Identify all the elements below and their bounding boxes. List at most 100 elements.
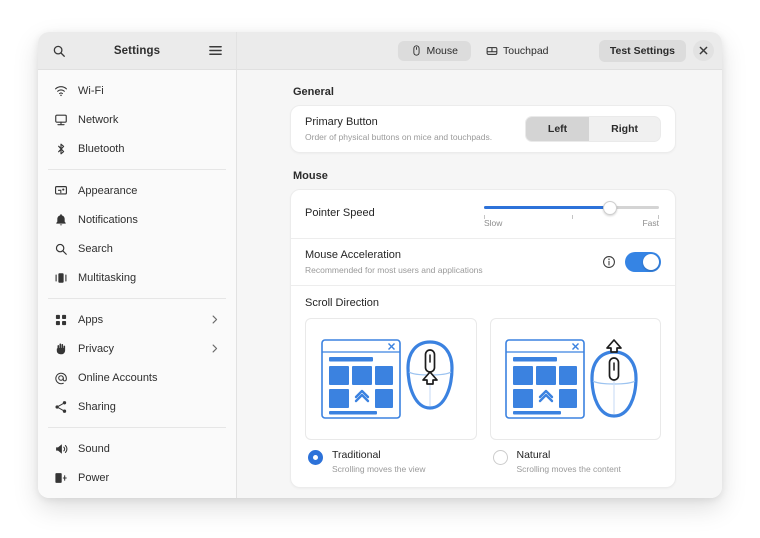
traditional-subtitle: Scrolling moves the view <box>332 464 426 475</box>
sidebar-item-notifications[interactable]: Notifications <box>45 205 229 234</box>
mouse-acceleration-subtitle: Recommended for most users and applicati… <box>305 265 602 276</box>
general-card: Primary Button Order of physical buttons… <box>290 105 676 153</box>
section-title-general: General <box>293 86 676 98</box>
sidebar-item-network[interactable]: Network <box>45 105 229 134</box>
sidebar-item-label: Appearance <box>78 185 220 197</box>
primary-button-option-right[interactable]: Right <box>589 117 660 141</box>
multitasking-icon <box>54 271 68 285</box>
pointer-speed-title: Pointer Speed <box>305 206 484 221</box>
pointer-speed-row: Pointer Speed Slo <box>291 190 675 238</box>
chevron-right-icon <box>209 314 220 325</box>
share-icon <box>54 400 68 414</box>
scroll-option-traditional: Traditional Scrolling moves the view <box>305 318 477 475</box>
sidebar-item-privacy[interactable]: Privacy <box>45 334 229 363</box>
slider-min-label: Slow <box>484 218 502 228</box>
sidebar-item-label: Sharing <box>78 401 220 413</box>
slider-labels: Slow Fast <box>484 218 659 228</box>
scroll-direction-row: Scroll Direction <box>291 285 675 487</box>
tab-mouse-label: Mouse <box>426 45 458 57</box>
tab-touchpad-label: Touchpad <box>503 45 549 57</box>
window-scroll-down-mouse-illustration <box>316 336 466 422</box>
primary-button-title: Primary Button <box>305 115 525 130</box>
sidebar-item-label: Online Accounts <box>78 372 220 384</box>
header-bar: Settings Mouse <box>38 32 722 70</box>
sidebar-item-bluetooth[interactable]: Bluetooth <box>45 134 229 163</box>
window-scroll-up-mouse-illustration <box>500 336 650 422</box>
traditional-label: Traditional <box>332 449 426 462</box>
device-tabs: Mouse Touchpad <box>397 41 561 61</box>
speaker-icon <box>54 442 68 456</box>
scroll-direction-title: Scroll Direction <box>305 297 661 309</box>
close-icon[interactable] <box>693 40 714 61</box>
primary-button-row: Primary Button Order of physical buttons… <box>291 106 675 152</box>
sidebar-item-label: Sound <box>78 443 220 455</box>
wifi-icon <box>54 84 68 98</box>
settings-content: General Primary Button Order of physical… <box>237 70 722 498</box>
tab-touchpad[interactable]: Touchpad <box>473 41 562 61</box>
sidebar-item-search[interactable]: Search <box>45 234 229 263</box>
toggle-knob <box>643 254 659 270</box>
primary-button-option-left[interactable]: Left <box>526 117 589 141</box>
window-body: Wi-Fi Network Bluetooth <box>38 70 722 498</box>
natural-subtitle: Scrolling moves the content <box>517 464 621 475</box>
sidebar-item-label: Power <box>78 472 220 484</box>
sidebar-header: Settings <box>38 32 237 70</box>
sidebar-item-multitasking[interactable]: Multitasking <box>45 263 229 292</box>
sidebar-nav: Wi-Fi Network Bluetooth <box>38 70 237 498</box>
traditional-illustration[interactable] <box>305 318 477 440</box>
touchpad-icon <box>486 45 498 57</box>
apps-grid-icon <box>54 313 68 327</box>
settings-window: Settings Mouse <box>38 32 722 498</box>
test-settings-button[interactable]: Test Settings <box>599 40 686 62</box>
traditional-radio-row[interactable]: Traditional Scrolling moves the view <box>305 449 477 475</box>
slider-max-label: Fast <box>642 218 659 228</box>
section-title-mouse: Mouse <box>293 170 676 182</box>
sidebar-item-sharing[interactable]: Sharing <box>45 392 229 421</box>
natural-illustration[interactable] <box>490 318 662 440</box>
sidebar-item-label: Bluetooth <box>78 143 220 155</box>
scroll-option-natural: Natural Scrolling moves the content <box>490 318 662 475</box>
sidebar-item-appearance[interactable]: Appearance <box>45 176 229 205</box>
sidebar-item-label: Network <box>78 114 220 126</box>
sidebar-item-label: Apps <box>78 314 199 326</box>
sidebar-item-online-accounts[interactable]: Online Accounts <box>45 363 229 392</box>
sidebar-item-power[interactable]: Power <box>45 463 229 492</box>
search-icon[interactable] <box>48 40 70 62</box>
mouse-card: Pointer Speed Slo <box>290 189 676 488</box>
radio-traditional[interactable] <box>308 450 323 465</box>
at-sign-icon <box>54 371 68 385</box>
content-header: Mouse Touchpad Test Settings <box>237 32 722 70</box>
radio-natural[interactable] <box>493 450 508 465</box>
mouse-acceleration-title: Mouse Acceleration <box>305 248 602 263</box>
sidebar-item-label: Multitasking <box>78 272 220 284</box>
sidebar-divider <box>48 427 226 428</box>
network-icon <box>54 113 68 127</box>
primary-button-segmented-control: Left Right <box>525 116 661 142</box>
mouse-acceleration-toggle[interactable] <box>625 252 661 272</box>
sidebar-item-sound[interactable]: Sound <box>45 434 229 463</box>
sidebar-divider <box>48 169 226 170</box>
window-title: Settings <box>70 45 204 57</box>
primary-button-subtitle: Order of physical buttons on mice and to… <box>305 132 525 143</box>
slider-handle[interactable] <box>603 201 617 215</box>
mouse-acceleration-row: Mouse Acceleration Recommended for most … <box>291 238 675 285</box>
hand-privacy-icon <box>54 342 68 356</box>
bell-icon <box>54 213 68 227</box>
tab-mouse[interactable]: Mouse <box>397 41 471 61</box>
slider-fill <box>484 206 610 210</box>
sidebar-item-label: Search <box>78 243 220 255</box>
hamburger-menu-icon[interactable] <box>204 40 226 62</box>
sidebar-item-label: Privacy <box>78 343 199 355</box>
sidebar-item-displays[interactable]: Displays <box>45 492 229 498</box>
info-icon[interactable] <box>602 255 616 269</box>
mouse-icon <box>410 45 421 56</box>
appearance-icon <box>54 184 68 198</box>
sidebar-item-apps[interactable]: Apps <box>45 305 229 334</box>
natural-radio-row[interactable]: Natural Scrolling moves the content <box>490 449 662 475</box>
pointer-speed-slider[interactable]: Slow Fast <box>484 199 659 229</box>
chevron-right-icon <box>209 343 220 354</box>
sidebar-item-wifi[interactable]: Wi-Fi <box>45 76 229 105</box>
natural-label: Natural <box>517 449 621 462</box>
sidebar-item-label: Notifications <box>78 214 220 226</box>
search-icon <box>54 242 68 256</box>
